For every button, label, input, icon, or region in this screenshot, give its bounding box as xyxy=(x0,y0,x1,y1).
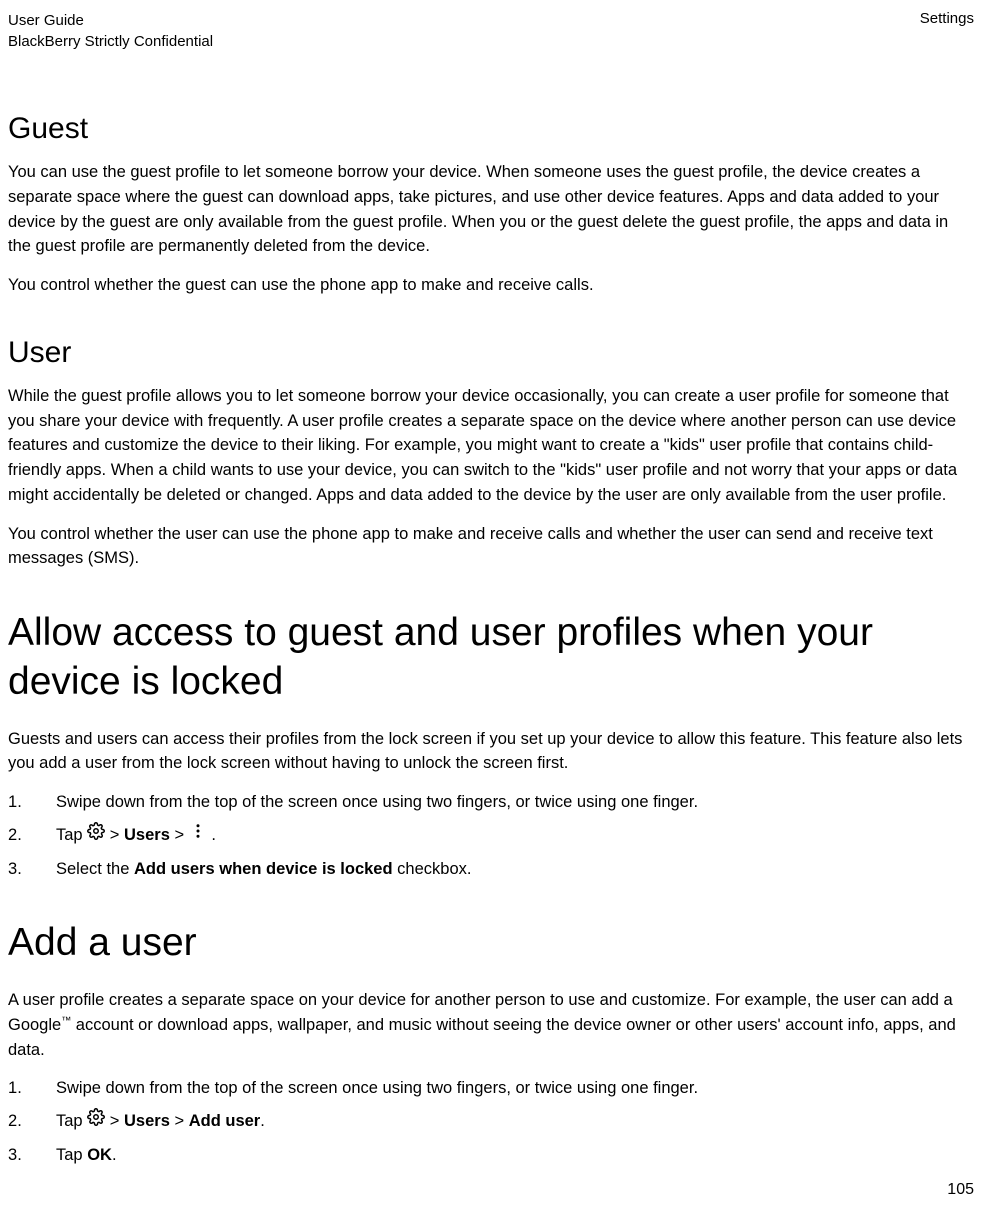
guest-paragraph-1: You can use the guest profile to let som… xyxy=(8,160,974,259)
header-section: Settings xyxy=(920,10,974,27)
checkbox-label: Add users when device is locked xyxy=(134,860,393,878)
step-text: > xyxy=(110,1112,124,1130)
allow-paragraph: Guests and users can access their profil… xyxy=(8,727,974,777)
add-user-step-3: Tap OK. xyxy=(8,1143,974,1168)
header-title: User Guide xyxy=(8,10,213,31)
add-user-step-2: Tap > Users > Add user. xyxy=(8,1109,974,1135)
step-text: . xyxy=(260,1112,265,1130)
add-user-paragraph: A user profile creates a separate space … xyxy=(8,988,974,1062)
trademark-symbol: ™ xyxy=(61,1015,71,1026)
allow-step-1: Swipe down from the top of the screen on… xyxy=(8,790,974,815)
guest-paragraph-2: You control whether the guest can use th… xyxy=(8,273,974,298)
header-subtitle: BlackBerry Strictly Confidential xyxy=(8,31,213,52)
add-user-step-1: Swipe down from the top of the screen on… xyxy=(8,1076,974,1101)
settings-gear-icon xyxy=(87,1108,105,1134)
ok-label: OK xyxy=(87,1146,112,1164)
step-text: Tap xyxy=(56,1112,87,1130)
step-text: Tap xyxy=(56,826,87,844)
step-text: > xyxy=(174,1112,188,1130)
page-header: User Guide BlackBerry Strictly Confident… xyxy=(8,10,974,52)
step-text: > xyxy=(174,826,188,844)
add-user-label: Add user xyxy=(189,1112,261,1130)
user-heading: User xyxy=(8,336,974,370)
step-text: . xyxy=(211,826,216,844)
settings-gear-icon xyxy=(87,822,105,848)
header-left: User Guide BlackBerry Strictly Confident… xyxy=(8,10,213,52)
page-number: 105 xyxy=(947,1181,974,1199)
users-label: Users xyxy=(124,1112,170,1130)
add-user-heading: Add a user xyxy=(8,919,974,968)
step-text: Tap xyxy=(56,1146,87,1164)
more-vert-icon xyxy=(189,822,207,848)
user-paragraph-2: You control whether the user can use the… xyxy=(8,522,974,572)
paragraph-text: account or download apps, wallpaper, and… xyxy=(8,1016,956,1059)
add-user-steps: Swipe down from the top of the screen on… xyxy=(8,1076,974,1167)
allow-step-3: Select the Add users when device is lock… xyxy=(8,857,974,882)
step-text: . xyxy=(112,1146,117,1164)
allow-steps: Swipe down from the top of the screen on… xyxy=(8,790,974,881)
allow-step-2: Tap > Users > . xyxy=(8,823,974,849)
allow-access-heading: Allow access to guest and user profiles … xyxy=(8,609,974,707)
user-paragraph-1: While the guest profile allows you to le… xyxy=(8,384,974,508)
guest-heading: Guest xyxy=(8,112,974,146)
step-text: checkbox. xyxy=(393,860,472,878)
step-text: > xyxy=(110,826,124,844)
users-label: Users xyxy=(124,826,170,844)
step-text: Select the xyxy=(56,860,134,878)
